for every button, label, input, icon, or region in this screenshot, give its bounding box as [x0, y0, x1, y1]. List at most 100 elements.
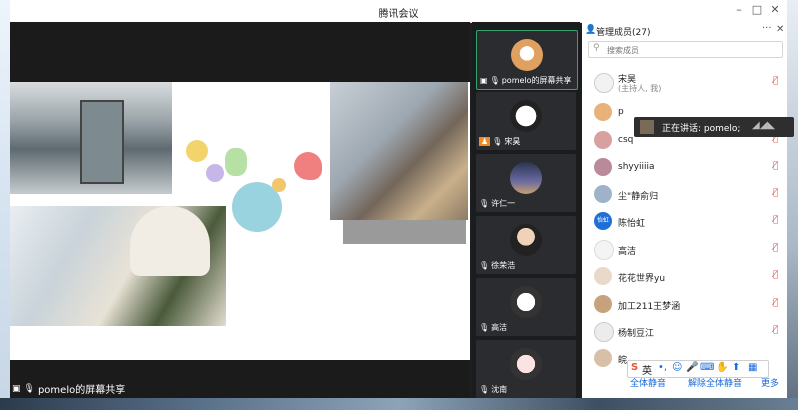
avatar [510, 224, 542, 256]
mic-muted-icon[interactable]: 🎙̸ [773, 243, 778, 253]
avatar [510, 162, 542, 194]
close-panel-icon[interactable]: ✕ [776, 24, 784, 35]
decor-bubble [225, 148, 247, 176]
avatar: 怡虹 [594, 212, 612, 230]
decor-bubble [186, 140, 208, 162]
meeting-window: 腾讯会议 – □ ✕ ▣ 🎙 pomelo的屏幕共享 ▣ 🎙 pomelo的屏幕共享 [10, 0, 794, 398]
host-icon: ♟ [479, 137, 491, 146]
share-label-text: pomelo的屏幕共享 [37, 385, 126, 396]
shared-screen[interactable]: ▣ 🎙 pomelo的屏幕共享 [10, 22, 470, 398]
toolbox-icon[interactable]: ▦ [748, 362, 757, 373]
share-label: ▣ 🎙 pomelo的屏幕共享 [12, 381, 126, 397]
lab-balance-photo [330, 82, 468, 220]
member-name: 陈怡虹 [618, 219, 646, 229]
mic-muted-icon[interactable]: 🎙̸ [773, 215, 778, 225]
microphone-icon: 🎙 [479, 261, 490, 270]
video-tile-name: 高洁 [491, 323, 508, 332]
member-row[interactable]: shyyiiiia 🎙̸ [582, 155, 787, 181]
decor-bubble [294, 152, 322, 180]
avatar [594, 240, 614, 260]
window-title: 腾讯会议 [378, 9, 419, 20]
speaking-text: 正在讲话: pomelo; [662, 124, 741, 134]
office-photo [10, 82, 172, 194]
video-tile[interactable]: ▣ 🎙 pomelo的屏幕共享 [476, 30, 578, 90]
sogou-logo-icon: S [631, 362, 639, 373]
microphone-icon: 🎙 [479, 323, 490, 332]
close-icon[interactable]: ✕ [768, 3, 782, 16]
video-tile-name: 徐荣浩 [491, 261, 516, 270]
video-tile[interactable]: ♟ 🎙 宋昊 [476, 92, 576, 150]
voice-icon[interactable]: 🎤 [686, 362, 698, 373]
member-name: csq [618, 135, 634, 145]
video-tile[interactable]: 🎙 高洁 [476, 278, 576, 336]
decor-bubble [206, 164, 224, 182]
avatar [594, 322, 614, 342]
panel-header: 👤 管理成员(27) ··· ✕ [582, 22, 787, 40]
member-name: 高洁 [618, 247, 637, 257]
mic-muted-icon[interactable]: 🎙̸ [773, 270, 778, 280]
desktop-left-strip [0, 0, 10, 410]
member-row[interactable]: 杨制豆江 🎙̸ [582, 319, 787, 345]
skin-icon[interactable]: ✋ [716, 362, 728, 373]
maximize-icon[interactable]: □ [750, 3, 764, 16]
member-name: 加工211王梦涵 [618, 302, 681, 312]
ime-mode-label[interactable]: 英 [642, 362, 652, 377]
avatar [510, 286, 542, 318]
desktop-right-strip [787, 0, 798, 410]
microphone-icon: 🎙 [489, 76, 500, 85]
mic-muted-icon[interactable]: 🎙̸ [773, 188, 778, 198]
avatar [594, 158, 612, 176]
avatar [594, 295, 612, 313]
avatar [510, 100, 542, 132]
member-row[interactable]: 尘"静俞归 🎙̸ [582, 182, 787, 208]
avatar [594, 349, 612, 367]
member-row[interactable]: 花花世界yu 🎙̸ [582, 264, 787, 290]
video-tile[interactable]: 🎙 许仁一 [476, 154, 576, 212]
keyboard-icon[interactable]: ⌨ [700, 362, 714, 373]
member-row[interactable]: 宋昊 (主持人, 我) 🎙̸ [582, 70, 787, 96]
punctuation-icon[interactable]: •, [658, 362, 667, 373]
members-icon: 👤 [585, 25, 597, 35]
member-name: shyyiiiia [618, 162, 655, 172]
member-search[interactable]: ⚲ [588, 41, 783, 58]
video-tile[interactable]: 🎙 徐荣浩 [476, 216, 576, 274]
avatar [594, 267, 612, 285]
lab-hands-photo [10, 206, 226, 326]
screen-share-icon: ▣ [12, 383, 21, 394]
avatar [594, 185, 612, 203]
avatar [510, 348, 542, 380]
video-column: ▣ 🎙 pomelo的屏幕共享 ♟ 🎙 宋昊 🎙 许仁一 🎙 徐荣浩 🎙 高洁 🎙 沈南 [472, 22, 580, 398]
mic-muted-icon[interactable]: 🎙̸ [773, 76, 778, 86]
video-tile[interactable]: 🎙 沈南 [476, 340, 576, 398]
mic-muted-icon[interactable]: 🎙̸ [773, 298, 778, 308]
member-panel: 👤 管理成员(27) ··· ✕ ⚲ 宋昊 (主持人, 我) 🎙̸ p csq … [582, 22, 794, 398]
video-tile-name: 许仁一 [491, 199, 516, 208]
panel-title: 管理成员(27) [596, 28, 651, 38]
member-row[interactable]: 加工211王梦涵 🎙̸ [582, 292, 787, 318]
screen-share-icon: ▣ [480, 76, 488, 85]
member-role: (主持人, 我) [618, 84, 662, 93]
mic-muted-icon[interactable]: 🎙̸ [773, 325, 778, 335]
video-tile-name: 沈南 [491, 385, 508, 394]
upload-icon[interactable]: ⬆ [732, 362, 740, 373]
ime-toolbar[interactable]: S 英 •, ☺ 🎤 ⌨ ✋ ⬆ ▦ [627, 360, 769, 378]
microphone-icon: 🎙 [479, 385, 490, 394]
microphone-icon: 🎙 [479, 199, 490, 208]
member-row[interactable]: 高洁 🎙̸ [582, 237, 787, 263]
speaker-volume-icon: ◢◢◣ [752, 120, 776, 131]
shared-slide [10, 82, 470, 360]
mic-muted-icon[interactable]: 🎙̸ [773, 161, 778, 171]
search-icon: ⚲ [593, 43, 600, 53]
member-name: p [618, 107, 624, 117]
avatar [594, 103, 612, 121]
member-row[interactable]: 怡虹 陈怡虹 🎙̸ [582, 209, 787, 235]
microphone-icon: 🎙 [23, 383, 35, 394]
emoji-icon[interactable]: ☺ [672, 362, 682, 373]
member-name: 皖 [618, 356, 628, 366]
member-name: 杨制豆江 [618, 329, 655, 339]
avatar [511, 39, 543, 71]
search-input[interactable] [605, 43, 779, 57]
speaking-indicator: 正在讲话: pomelo; ◢◢◣ [634, 117, 794, 137]
more-options-icon[interactable]: ··· [762, 23, 772, 34]
minimize-icon[interactable]: – [732, 3, 746, 16]
